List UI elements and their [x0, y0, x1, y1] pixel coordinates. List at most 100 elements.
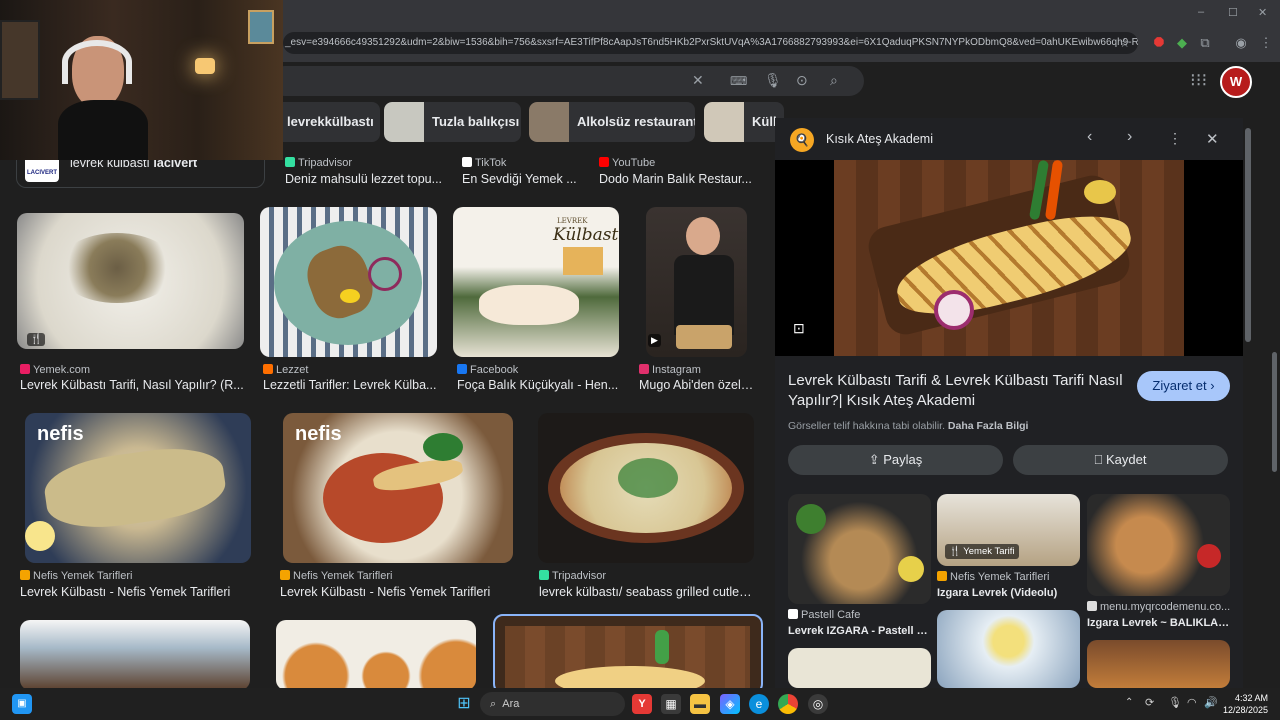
- chip-thumbnail: [529, 102, 569, 142]
- result-title[interactable]: En Sevdiği Yemek ...: [462, 172, 582, 186]
- result-title[interactable]: Dodo Marin Balık Restaur...: [599, 172, 754, 186]
- minimize-button[interactable]: –: [1198, 6, 1204, 18]
- share-button[interactable]: ⇪ Paylaş: [788, 445, 1003, 475]
- related-image[interactable]: [788, 494, 931, 604]
- image-overlay-text: Külbastı: [553, 225, 619, 245]
- extensions-puzzle-icon[interactable]: ⧉: [1196, 34, 1214, 52]
- result-image[interactable]: nefis: [25, 413, 251, 563]
- clock[interactable]: 4:32 AM 12/28/2025: [1222, 692, 1268, 716]
- mic-tray-icon[interactable]: 🎙: [1168, 696, 1182, 709]
- result-image[interactable]: LEVREK Külbastı: [453, 207, 619, 357]
- page-scrollbar[interactable]: [1272, 352, 1277, 472]
- tray-chevron-icon[interactable]: ⌃: [1125, 697, 1133, 708]
- chip-kulbasti[interactable]: Külb: [704, 102, 784, 142]
- result-source: Tripadvisor: [285, 157, 352, 169]
- result-image[interactable]: [538, 413, 754, 563]
- visit-button[interactable]: Ziyaret et ›: [1137, 371, 1230, 401]
- related-source: Nefis Yemek Tarifleri: [937, 571, 1049, 583]
- panel-site-name[interactable]: Kısık Ateş Akademi: [826, 132, 933, 146]
- selected-result-image[interactable]: [493, 614, 763, 688]
- bookmark-icon: ⎕: [1094, 452, 1103, 467]
- related-image[interactable]: [788, 648, 931, 688]
- yandex-icon[interactable]: Y: [632, 694, 652, 714]
- related-image[interactable]: [1087, 640, 1230, 688]
- chip-alkolsuz[interactable]: Alkolsüz restaurant: [529, 102, 695, 142]
- address-bar[interactable]: _esv=e394666c49351292&udm=2&biw=1536&bih…: [283, 32, 1138, 54]
- result-image[interactable]: 🍴: [17, 213, 244, 349]
- edge-icon[interactable]: e: [749, 694, 769, 714]
- result-image[interactable]: [20, 620, 250, 688]
- related-title[interactable]: Izgara Levrek ~ BALIKLAR -...: [1087, 617, 1230, 629]
- related-title[interactable]: Izgara Levrek (Videolu): [937, 587, 1080, 599]
- copilot-icon[interactable]: ◈: [720, 694, 740, 714]
- previous-icon[interactable]: ‹: [1087, 128, 1092, 146]
- next-icon[interactable]: ›: [1127, 128, 1132, 146]
- clear-icon[interactable]: ✕: [692, 72, 704, 89]
- taskbar-search[interactable]: ⌕ Ara: [480, 692, 625, 716]
- volume-icon[interactable]: 🔊: [1204, 696, 1218, 709]
- keyboard-icon[interactable]: ⌨: [730, 74, 747, 88]
- result-source: Instagram: [639, 364, 701, 376]
- close-window-button[interactable]: ✕: [1258, 6, 1267, 19]
- profile-icon[interactable]: ◉: [1232, 34, 1250, 52]
- panel-scrollbar[interactable]: [1245, 128, 1251, 342]
- wifi-icon[interactable]: ◠: [1187, 696, 1197, 709]
- maximize-button[interactable]: ☐: [1228, 6, 1238, 19]
- related-image[interactable]: [937, 610, 1080, 688]
- menu-kebab-icon[interactable]: ⋮: [1257, 34, 1275, 52]
- chip-thumbnail: [704, 102, 744, 142]
- widgets-icon[interactable]: ▣: [12, 694, 32, 714]
- result-source: Tripadvisor: [539, 570, 606, 582]
- result-title[interactable]: Lezzetli Tarifler: Levrek Külba...: [263, 378, 438, 392]
- preview-image[interactable]: [834, 159, 1184, 356]
- obs-icon[interactable]: ◎: [808, 694, 828, 714]
- panel-title[interactable]: Levrek Külbastı Tarifi & Levrek Külbastı…: [788, 371, 1128, 411]
- result-image[interactable]: [276, 620, 476, 688]
- save-button[interactable]: ⎕ Kaydet: [1013, 445, 1228, 475]
- result-title[interactable]: Levrek Külbastı - Nefis Yemek Tarifleri: [280, 585, 510, 599]
- result-title[interactable]: Deniz mahsulü lezzet topu...: [285, 172, 445, 186]
- close-panel-icon[interactable]: ✕: [1206, 130, 1219, 148]
- lens-search-icon[interactable]: ⊡: [793, 320, 805, 337]
- result-title[interactable]: Levrek Külbastı Tarifi, Nasıl Yapılır? (…: [20, 378, 245, 392]
- more-options-icon[interactable]: ⋮: [1168, 130, 1182, 147]
- result-image[interactable]: ▶: [646, 207, 747, 357]
- chrome-icon[interactable]: [778, 694, 798, 714]
- share-icon: ⇪: [868, 452, 880, 467]
- result-title[interactable]: levrek külbastı/ seabass grilled cutlet …: [539, 585, 754, 599]
- more-info-link[interactable]: Daha Fazla Bilgi: [948, 420, 1029, 432]
- preview-image-frame: ⊡: [775, 159, 1243, 356]
- start-icon[interactable]: ⊞: [454, 694, 474, 714]
- file-explorer-icon[interactable]: ▬: [690, 694, 710, 714]
- bookmark-star-icon[interactable]: ☆: [1119, 32, 1130, 54]
- result-title[interactable]: Levrek Külbastı - Nefis Yemek Tarifleri: [20, 585, 250, 599]
- extension-icon[interactable]: ⯃: [1150, 34, 1168, 52]
- result-title[interactable]: Foça Balık Küçükyalı - Hen...: [457, 378, 622, 392]
- nefis-logo: nefis: [37, 423, 84, 445]
- mic-icon[interactable]: 🎙: [764, 72, 782, 89]
- recipe-tag: 🍴 Yemek Tarifi: [945, 544, 1019, 559]
- lens-icon[interactable]: ⊙: [796, 72, 808, 89]
- site-favicon: 🍳: [790, 128, 814, 152]
- result-source: TikTok: [462, 157, 506, 169]
- result-image[interactable]: nefis: [283, 413, 513, 563]
- chip-levrekkulbasti[interactable]: levrekkülbastı: [270, 102, 380, 142]
- related-source: menu.myqrcodemenu.co...: [1087, 601, 1230, 613]
- account-avatar[interactable]: W: [1220, 66, 1252, 98]
- related-image[interactable]: 🍴 Yemek Tarifi: [937, 494, 1080, 566]
- extension-icon[interactable]: ◆: [1173, 34, 1191, 52]
- sync-icon[interactable]: ⟳: [1145, 696, 1154, 709]
- chip-tuzla[interactable]: Tuzla balıkçısı: [384, 102, 521, 142]
- result-title[interactable]: Mugo Abi'den özel ...: [639, 378, 754, 392]
- search-icon[interactable]: ⌕: [830, 72, 838, 89]
- apps-grid-icon[interactable]: ⁝⁝⁝: [1190, 70, 1207, 91]
- image-preview-panel: 🍳 Kısık Ateş Akademi ‹ › ⋮ ✕ ⊡ Levrek Kü…: [775, 118, 1243, 688]
- video-play-icon: ▶: [648, 334, 661, 347]
- related-image[interactable]: [1087, 494, 1230, 596]
- store-icon[interactable]: ▦: [661, 694, 681, 714]
- result-image[interactable]: [260, 207, 437, 357]
- result-source: Facebook: [457, 364, 518, 376]
- search-box[interactable]: ✕ ⌨ 🎙 ⊙ ⌕: [270, 66, 864, 96]
- related-title[interactable]: Levrek IZGARA - Pastell Cafe: [788, 625, 931, 637]
- result-source: YouTube: [599, 157, 655, 169]
